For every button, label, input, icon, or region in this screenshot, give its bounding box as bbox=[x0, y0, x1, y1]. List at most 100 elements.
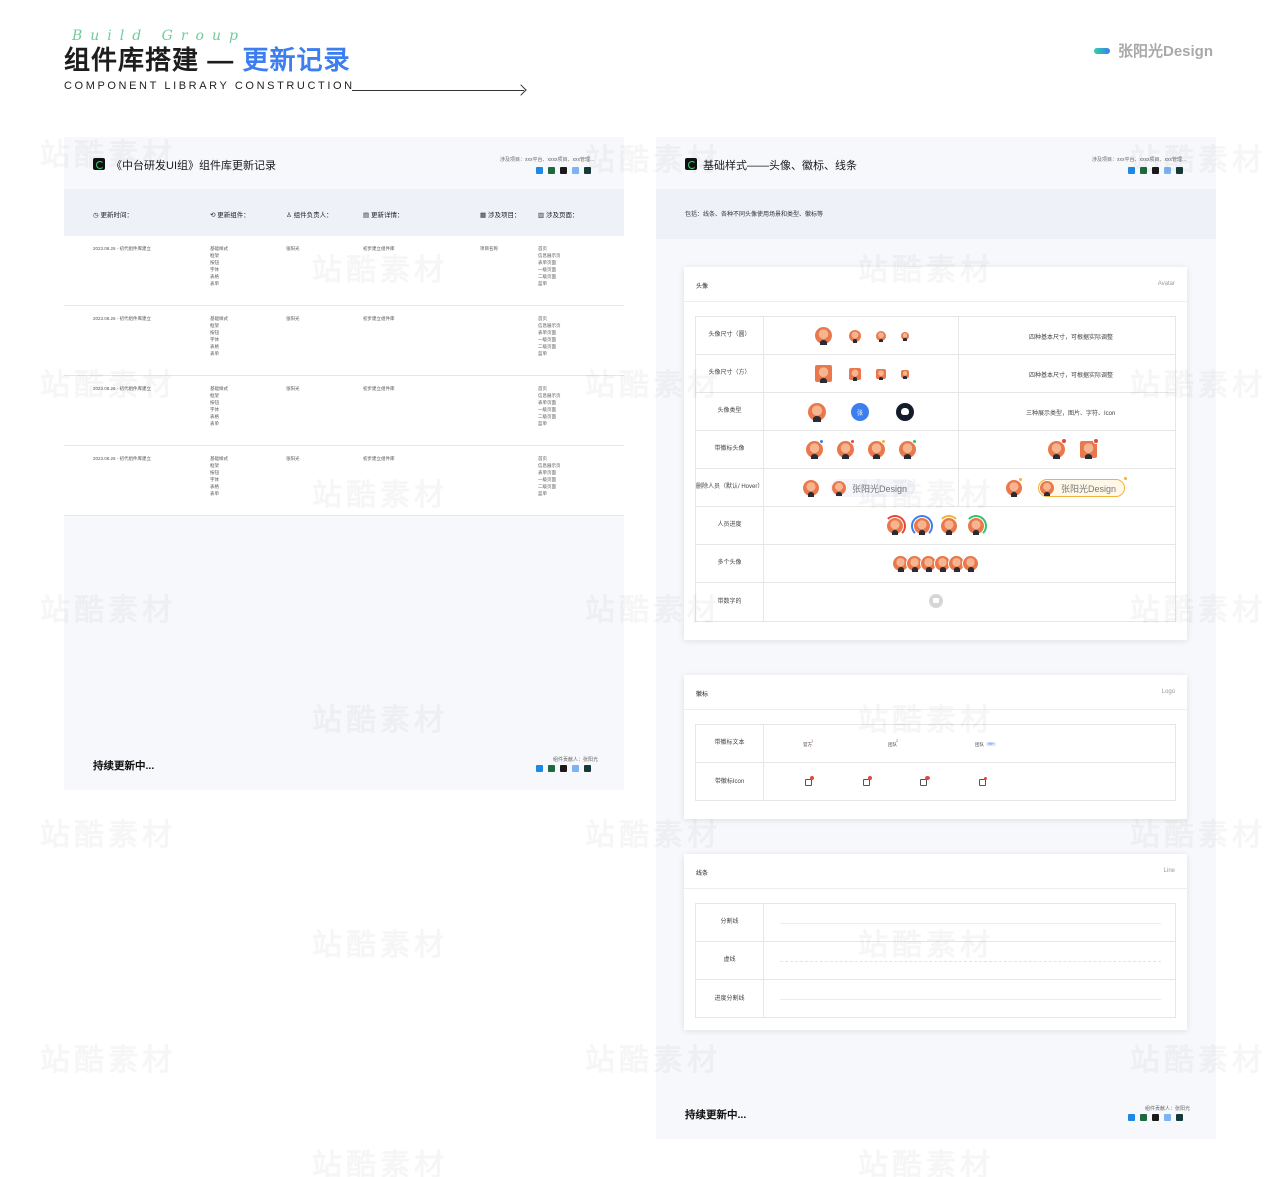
share-icon-black[interactable] bbox=[560, 765, 567, 772]
share-icon-dark[interactable] bbox=[1176, 167, 1183, 174]
close-icon[interactable] bbox=[1123, 476, 1128, 481]
footer-text: 持续更新中... bbox=[685, 1109, 747, 1121]
basic-styles-title: 基础样式——头像、徽标、线条 bbox=[703, 160, 857, 172]
avatar-text[interactable]: 张 bbox=[851, 403, 869, 421]
watermark: 站酷素材 bbox=[312, 920, 448, 964]
column-divider bbox=[958, 469, 959, 506]
basic-styles-meta: 涉及项目：xxx平台、xxxx项目、xxx管理... bbox=[1092, 157, 1187, 163]
share-icon-black[interactable] bbox=[560, 167, 567, 174]
brand: 张阳光Design bbox=[1094, 40, 1213, 61]
avatar-xl[interactable] bbox=[815, 327, 832, 345]
share-icon-dark[interactable] bbox=[1176, 1114, 1183, 1121]
note: 三种展示类型，图片、字符、Icon bbox=[1026, 411, 1116, 417]
basic-styles-header: 基础样式——头像、徽标、线条 涉及项目：xxx平台、xxxx项目、xxx管理..… bbox=[656, 137, 1216, 189]
cell-pages: 首页 信息展示页 表单页面 一级页面 二级页面 蓝单 bbox=[538, 316, 561, 356]
divider-line bbox=[780, 923, 1161, 924]
share-icon-green[interactable] bbox=[1140, 167, 1147, 174]
watermark: 站酷素材 bbox=[40, 1035, 176, 1079]
watermark: 站酷素材 bbox=[858, 1140, 994, 1177]
table-row[interactable]: 2023.08.26 - 初代组件库建立 基础样式 框架 按钮 字体 表格 表单… bbox=[64, 376, 624, 446]
watermark: 站酷素材 bbox=[40, 810, 176, 854]
close-icon[interactable] bbox=[1018, 477, 1023, 482]
col-owner-label: 组件负责人： bbox=[293, 212, 333, 219]
cell-time: 2023.08.26 - 初代组件库建立 bbox=[93, 386, 152, 391]
share-icon-green[interactable] bbox=[1140, 1114, 1147, 1121]
avatar-md[interactable] bbox=[876, 331, 886, 342]
avatar-card-title: 头像 bbox=[696, 284, 709, 290]
user-chip-label: 张阳光Design bbox=[852, 483, 908, 494]
page-subtitle: COMPONENT LIBRARY CONSTRUCTION bbox=[64, 80, 355, 92]
col-detail: ▤ 更新详情： bbox=[363, 212, 404, 219]
share-icon-light[interactable] bbox=[572, 167, 579, 174]
cell-pages: 首页 信息展示页 表单页面 一级页面 二级页面 蓝单 bbox=[538, 456, 561, 496]
share-icon-dark[interactable] bbox=[584, 167, 591, 174]
share-icon-blue[interactable] bbox=[536, 765, 543, 772]
avatar-square-xl[interactable] bbox=[815, 365, 832, 383]
changelog-footer: 持续更新中... 组件贡献人：张阳光 bbox=[64, 738, 624, 790]
badge-row-text: 带徽标文本 官方 1 团队 2 团队 99+ bbox=[696, 725, 1175, 763]
scope-band: 包括：线条、各种不同头像使用场景和类型、徽标等 bbox=[656, 189, 1216, 239]
avatar-number-icon[interactable] bbox=[929, 594, 943, 608]
badge-dot bbox=[810, 776, 814, 780]
row-label: 带徽标文本 bbox=[696, 725, 764, 762]
share-icon-light[interactable] bbox=[572, 765, 579, 772]
avatar-square-lg[interactable] bbox=[849, 368, 861, 381]
row-label: 分割线 bbox=[696, 904, 764, 941]
avatar-square-sm[interactable] bbox=[901, 370, 909, 379]
avatar-progress[interactable] bbox=[941, 518, 957, 535]
badge-text: 团队 bbox=[975, 742, 984, 747]
changelog-panel: 《中台研发UI组》组件库更新记录 涉及项目：xxx平台、xxxx项目、xxx管理… bbox=[64, 137, 624, 790]
cell-components: 基础样式 框架 按钮 字体 表格 表单 bbox=[210, 456, 228, 496]
share-icon-black[interactable] bbox=[1152, 1114, 1159, 1121]
avatar-progress[interactable] bbox=[887, 518, 903, 535]
table-row[interactable]: 2023.08.26 - 初代组件库建立 基础样式 框架 按钮 字体 表格 表单… bbox=[64, 306, 624, 376]
col-pages: ▥ 涉及页面： bbox=[538, 212, 579, 219]
avatar-sm[interactable] bbox=[901, 332, 909, 341]
avatar-row-badged: 带徽标头像 bbox=[696, 431, 1175, 469]
badge-superscript: 1 bbox=[811, 738, 814, 743]
cell-time: 2023.08.26 - 初代组件库建立 bbox=[93, 316, 152, 321]
row-label: 带徽标头像 bbox=[696, 431, 764, 468]
footer-text: 持续更新中... bbox=[93, 760, 155, 772]
badge-dot-blue bbox=[819, 439, 824, 444]
bell-icon[interactable] bbox=[979, 779, 986, 786]
watermark: 站酷素材 bbox=[312, 1140, 448, 1177]
avatar-progress[interactable] bbox=[914, 518, 930, 535]
bell-icon[interactable] bbox=[805, 779, 812, 786]
bell-icon[interactable] bbox=[920, 779, 927, 786]
dashed-line bbox=[780, 961, 1161, 962]
avatar-group-item[interactable] bbox=[962, 555, 979, 572]
table-row[interactable]: 2023.08.26 - 初代组件库建立 基础样式 框架 按钮 字体 表格 表单… bbox=[64, 236, 624, 306]
page-title: 组件库搭建 — 更新记录 bbox=[64, 40, 350, 77]
badge-card-en: Logo bbox=[1161, 689, 1175, 695]
share-icon-green[interactable] bbox=[548, 765, 555, 772]
share-icon-green[interactable] bbox=[548, 167, 555, 174]
share-icon-light[interactable] bbox=[1164, 1114, 1171, 1121]
row-label: 进度分割线 bbox=[696, 980, 764, 1018]
brand-pill-icon bbox=[1094, 47, 1110, 54]
changelog-table-header: ◷ 更新时间： ⟲ 更新组件： ♙ 组件负责人： ▤ 更新详情： ▦ 涉及项目：… bbox=[64, 189, 624, 236]
avatar-card: 头像 Avatar 头像尺寸（圆） 四种基本尺寸，可根据实际调整 头像尺寸（方） bbox=[684, 267, 1187, 640]
cell-detail: 初步建立组件库 bbox=[363, 456, 395, 461]
avatar-lg[interactable] bbox=[849, 330, 861, 343]
avatar-image[interactable] bbox=[808, 403, 826, 422]
row-label: 头像类型 bbox=[696, 393, 764, 430]
avatar-progress[interactable] bbox=[968, 518, 984, 535]
badge-dot-green bbox=[912, 439, 917, 444]
basic-styles-footer: 持续更新中... 组件贡献人：张阳光 bbox=[656, 1087, 1216, 1139]
share-icon-light[interactable] bbox=[1164, 167, 1171, 174]
cell-pages: 首页 信息展示页 表单页面 一级页面 二级页面 蓝单 bbox=[538, 246, 561, 286]
avatar-user-icon[interactable] bbox=[896, 403, 914, 421]
table-row[interactable]: 2023.08.26 - 初代组件库建立 基础样式 框架 按钮 字体 表格 表单… bbox=[64, 446, 624, 516]
share-icon-dark[interactable] bbox=[584, 765, 591, 772]
cell-detail: 初步建立组件库 bbox=[363, 316, 395, 321]
arrow-right-icon bbox=[515, 84, 527, 96]
share-icon-blue[interactable] bbox=[536, 167, 543, 174]
avatar-removable[interactable] bbox=[803, 480, 819, 497]
avatar-removable-hover[interactable] bbox=[1006, 480, 1022, 497]
share-icon-blue[interactable] bbox=[1128, 167, 1135, 174]
avatar-square-md[interactable] bbox=[876, 369, 886, 380]
share-icon-black[interactable] bbox=[1152, 167, 1159, 174]
share-icon-blue[interactable] bbox=[1128, 1114, 1135, 1121]
bell-icon[interactable] bbox=[863, 779, 870, 786]
